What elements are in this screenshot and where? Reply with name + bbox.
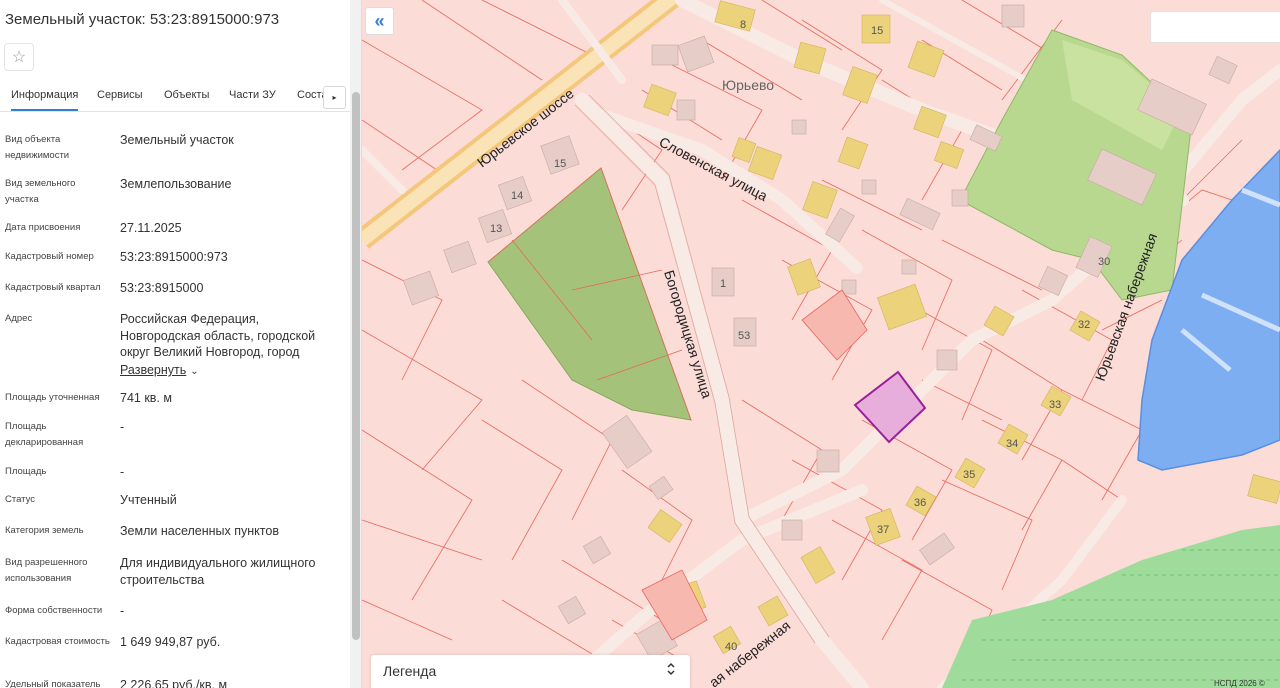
- tab-parts[interactable]: Части ЗУ: [229, 89, 276, 101]
- row-value: Землепользование: [120, 177, 232, 191]
- row-label: Вид разрешенного использования: [5, 557, 88, 584]
- panel-scrollbar[interactable]: [350, 0, 361, 688]
- legend-panel[interactable]: Легенда: [371, 655, 690, 688]
- panel-title: Земельный участок: 53:23:8915000:973: [5, 11, 280, 28]
- house-number: 32: [1078, 319, 1090, 331]
- row-value: Для индивидуального жилищного строительс…: [120, 556, 316, 587]
- row-label: Вид земельного участка: [5, 178, 76, 205]
- row-value: 2 226,65 руб./кв. м: [120, 678, 228, 688]
- row-label: Статус: [5, 494, 36, 505]
- row-label: Кадастровая стоимость: [5, 636, 110, 647]
- tabs-next-button[interactable]: ▸: [323, 86, 346, 109]
- house-number: 53: [738, 330, 750, 342]
- row-label: Площадь декларированная: [5, 421, 84, 448]
- house-number: 8: [740, 19, 746, 31]
- row-value: 1 649 949,87 руб.: [120, 635, 221, 649]
- house-number: 37: [877, 524, 889, 536]
- tab-objects[interactable]: Объекты: [164, 89, 209, 101]
- row-label: Форма собственности: [5, 605, 103, 616]
- row-value: 27.11.2025: [120, 221, 182, 235]
- chevron-down-icon: ⌄: [190, 366, 199, 377]
- row-value: -: [120, 465, 125, 479]
- row-value: Российская Федерация, Новгородская облас…: [120, 312, 316, 359]
- collapse-panel-button[interactable]: «: [365, 7, 394, 35]
- row-value: 53:23:8915000:973: [120, 250, 228, 264]
- row-value: Земли населенных пунктов: [120, 524, 279, 538]
- legend-title: Легенда: [383, 663, 437, 679]
- house-number: 35: [963, 469, 975, 481]
- tab-services[interactable]: Сервисы: [97, 89, 143, 101]
- favorite-button[interactable]: ☆: [4, 43, 34, 71]
- house-number: 13: [490, 223, 502, 235]
- row-value: Земельный участок: [120, 133, 234, 147]
- row-label: Кадастровый квартал: [5, 282, 101, 293]
- tab-info[interactable]: Информация: [11, 89, 79, 111]
- expand-label: Развернуть: [120, 363, 187, 377]
- double-chevron-left-icon: «: [374, 10, 385, 31]
- house-number: 1: [720, 278, 726, 290]
- scrollbar-thumb[interactable]: [352, 92, 360, 640]
- row-label: Удельный показатель: [5, 679, 101, 688]
- map-canvas[interactable]: Юрьевское шоссе Словенская улица Богород…: [362, 0, 1280, 688]
- expand-collapse-icon[interactable]: [666, 661, 676, 680]
- row-label: Кадастровый номер: [5, 251, 94, 262]
- house-number: 30: [1098, 256, 1110, 268]
- row-value: 741 кв. м: [120, 391, 172, 405]
- row-label: Площадь уточненная: [5, 392, 100, 403]
- row-label: Дата присвоения: [5, 222, 81, 233]
- map-search-box[interactable]: [1150, 11, 1280, 43]
- house-number: 36: [914, 497, 926, 509]
- place-label-yurievo: Юрьево: [722, 77, 774, 93]
- row-value: -: [120, 604, 125, 618]
- house-number: 15: [554, 158, 566, 170]
- row-label: Категория земель: [5, 525, 84, 536]
- house-number: 15: [871, 25, 883, 37]
- row-label: Вид объекта недвижимости: [5, 134, 70, 161]
- row-value: 53:23:8915000: [120, 281, 204, 295]
- info-tabs: Информация Сервисы Объекты Части ЗУ Сост…: [0, 82, 350, 112]
- star-icon: ☆: [11, 49, 27, 66]
- row-value: -: [120, 420, 125, 434]
- house-number: 33: [1049, 399, 1061, 411]
- house-number: 14: [511, 190, 523, 202]
- row-label: Площадь: [5, 466, 47, 477]
- house-number: 34: [1006, 438, 1018, 450]
- expand-address-link[interactable]: Развернуть ⌄: [120, 362, 330, 381]
- row-value: Учтенный: [120, 493, 177, 507]
- chevron-right-icon: ▸: [332, 93, 337, 102]
- house-number: 40: [725, 641, 737, 653]
- map-copyright: НСПД 2026 ©: [1214, 679, 1265, 688]
- object-info-panel: Земельный участок: 53:23:8915000:973 ☆ И…: [0, 0, 362, 688]
- cadastral-map[interactable]: Юрьевское шоссе Словенская улица Богород…: [362, 0, 1280, 688]
- row-label: Адрес: [5, 313, 33, 324]
